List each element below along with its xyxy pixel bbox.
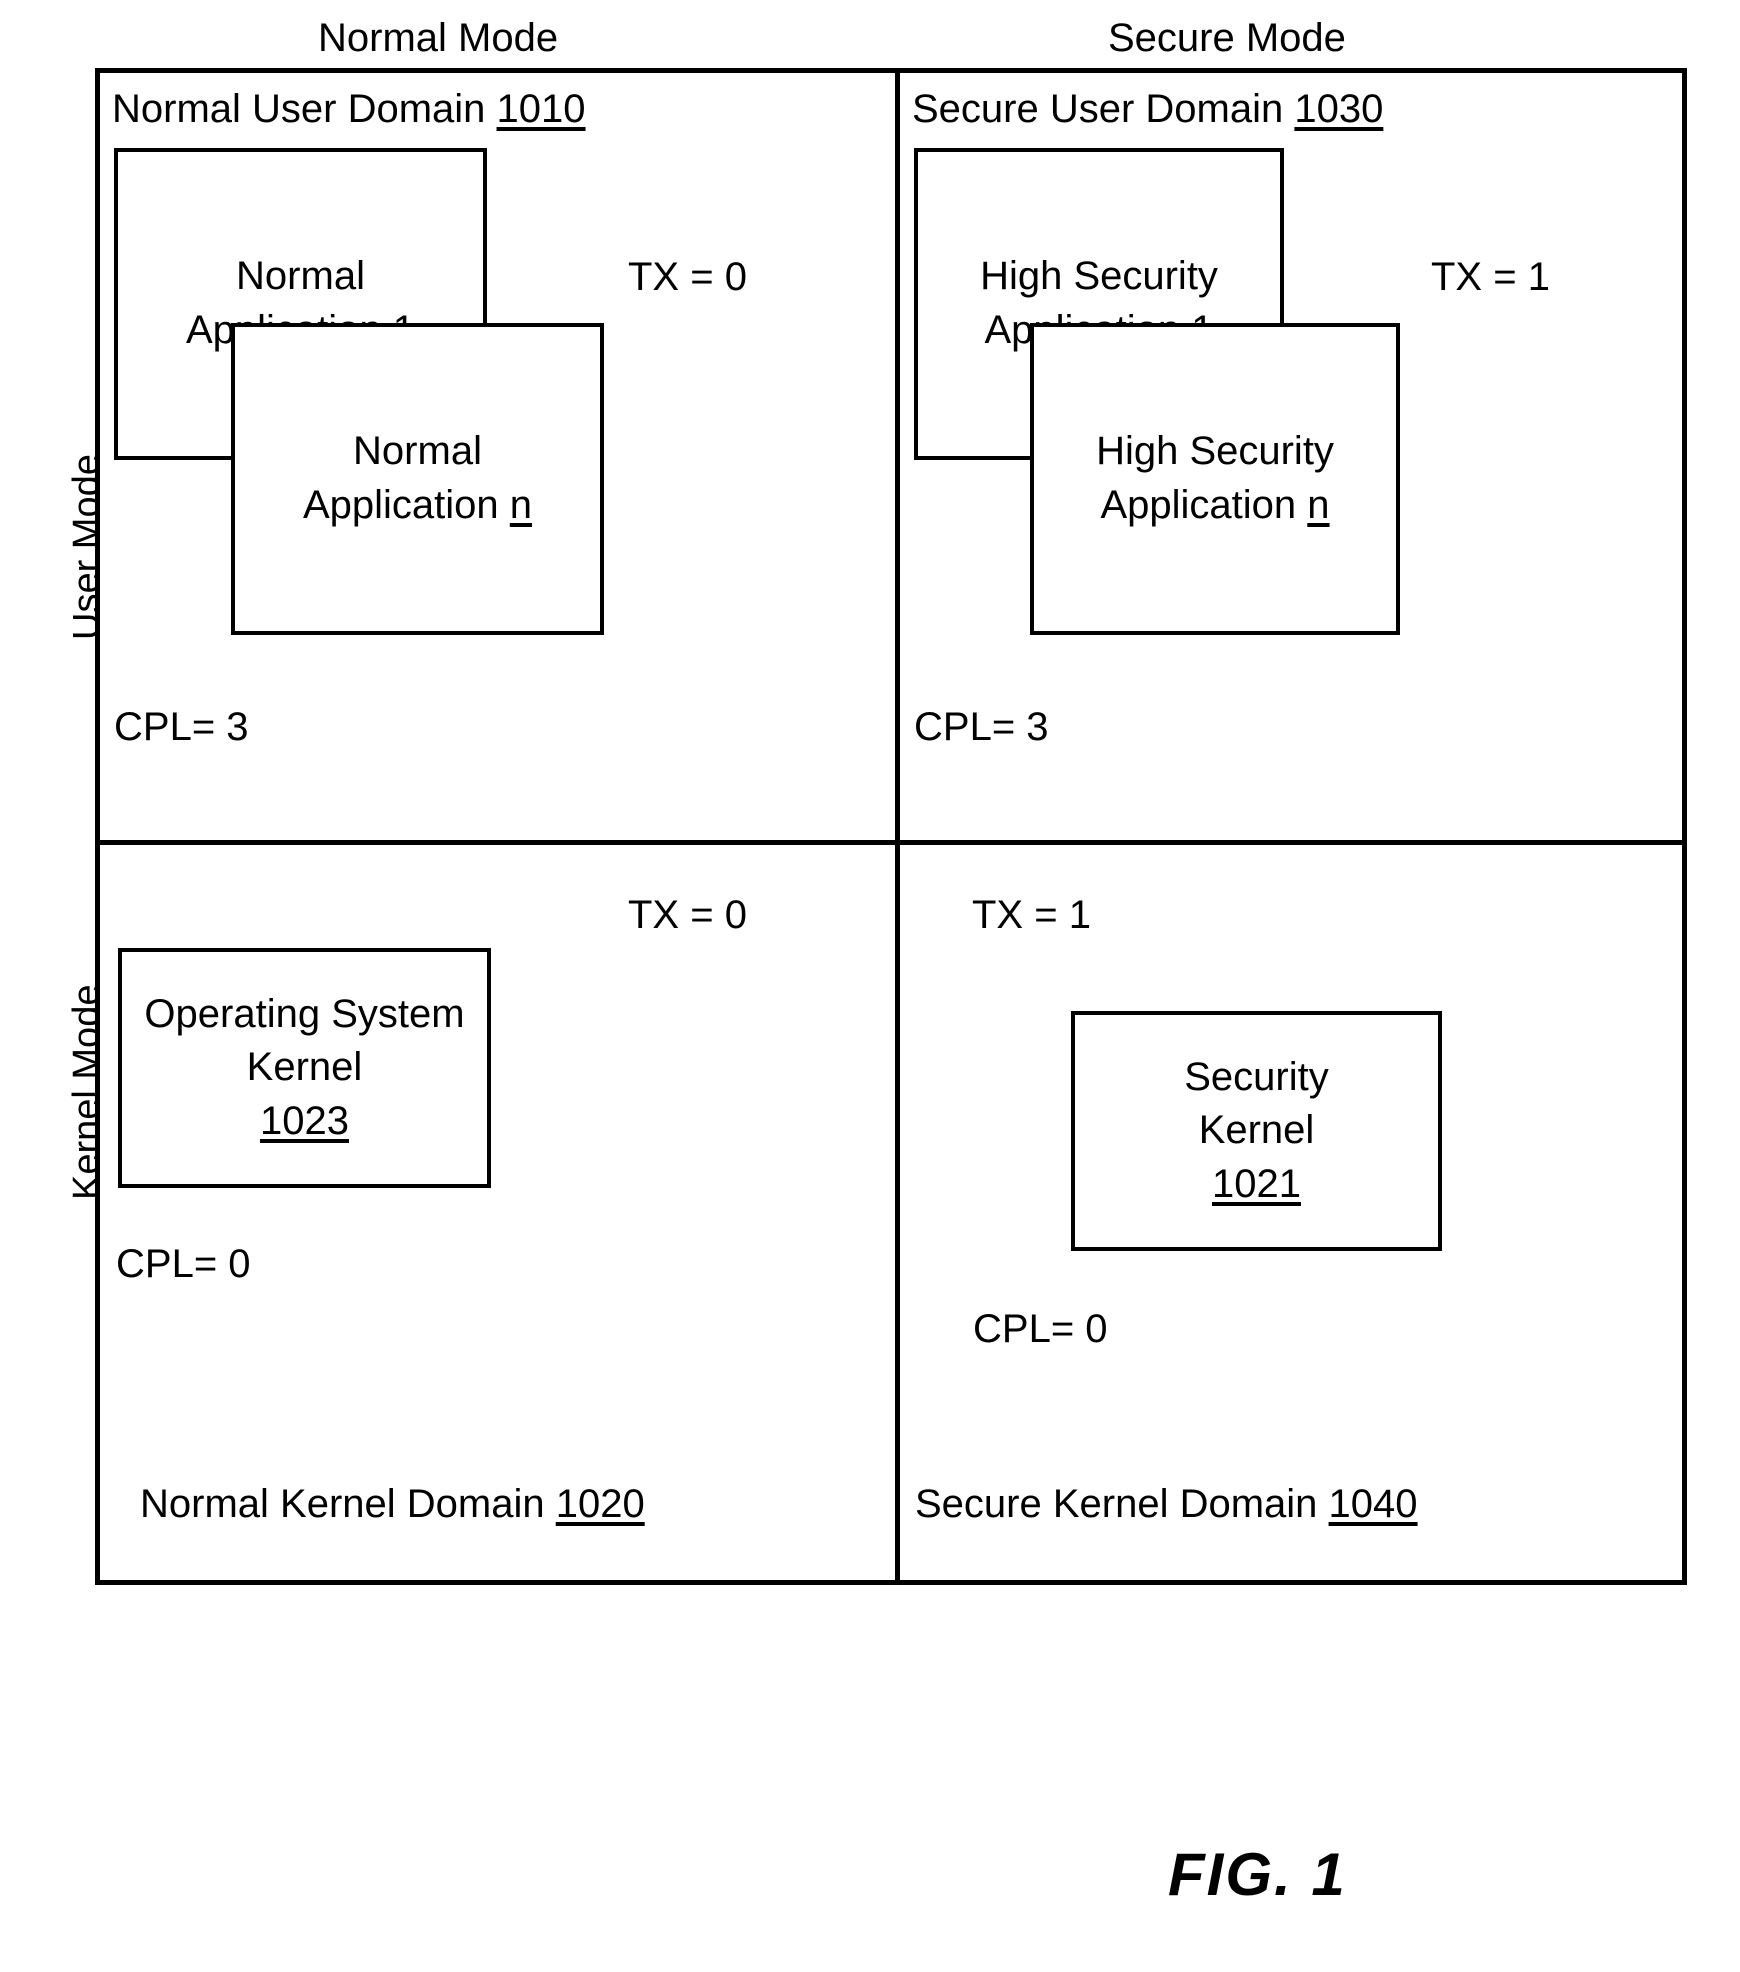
security-kernel-line1: Security: [1184, 1054, 1329, 1099]
security-kernel-label: Security Kernel 1021: [1176, 1051, 1337, 1212]
security-kernel-box: Security Kernel 1021: [1071, 1011, 1442, 1251]
secure-kernel-domain-title-text: Secure Kernel Domain: [915, 1482, 1318, 1526]
operating-system-kernel-box: Operating System Kernel 1023: [118, 948, 491, 1188]
normal-kernel-cpl-flag: CPL= 0: [116, 1242, 251, 1286]
quadrant-normal-user-domain: Normal User Domain 1010 TX = 0 CPL= 3 No…: [100, 73, 895, 840]
secure-user-domain-title: Secure User Domain 1030: [912, 87, 1383, 132]
normal-application-n-line1: Normal: [353, 429, 482, 474]
secure-kernel-tx-flag: TX = 1: [972, 893, 1091, 937]
normal-kernel-domain-reference-numeral: 1020: [555, 1482, 645, 1526]
high-security-application-1-line1: High Security: [980, 254, 1218, 299]
normal-user-cpl-flag: CPL= 3: [114, 705, 249, 749]
figure-caption: FIG. 1: [1168, 1841, 1347, 1908]
secure-user-cpl-flag: CPL= 3: [914, 705, 1049, 749]
normal-user-domain-title: Normal User Domain 1010: [112, 87, 586, 132]
column-header-secure-mode: Secure Mode: [1108, 16, 1346, 60]
secure-kernel-domain-title: Secure Kernel Domain 1040: [915, 1482, 1418, 1527]
quadrant-normal-kernel-domain: TX = 0 Operating System Kernel 1023 CPL=…: [100, 845, 895, 1585]
figure-page: Normal Mode Secure Mode User Mode Kernel…: [0, 0, 1740, 1972]
normal-application-n-line2: Application: [302, 483, 499, 527]
high-security-application-n-index: n: [1307, 483, 1330, 527]
normal-user-domain-title-text: Normal User Domain: [112, 87, 486, 131]
domain-matrix-frame: Normal User Domain 1010 TX = 0 CPL= 3 No…: [95, 68, 1687, 1585]
operating-system-kernel-reference-numeral: 1023: [260, 1098, 349, 1143]
normal-kernel-domain-title: Normal Kernel Domain 1020: [140, 1482, 645, 1527]
security-kernel-reference-numeral: 1021: [1212, 1161, 1301, 1206]
normal-kernel-domain-title-text: Normal Kernel Domain: [140, 1482, 545, 1526]
normal-kernel-tx-flag: TX = 0: [628, 893, 747, 937]
secure-kernel-cpl-flag: CPL= 0: [973, 1307, 1108, 1351]
normal-application-n-box: Normal Application n: [231, 323, 604, 635]
high-security-application-n-line1: High Security: [1096, 429, 1334, 474]
normal-user-domain-reference-numeral: 1010: [496, 87, 586, 131]
security-kernel-line2: Kernel: [1198, 1108, 1315, 1153]
secure-kernel-domain-reference-numeral: 1040: [1328, 1482, 1418, 1526]
secure-user-domain-reference-numeral: 1030: [1294, 87, 1384, 131]
normal-application-1-line1: Normal: [236, 254, 365, 299]
quadrant-secure-kernel-domain: TX = 1 Security Kernel 1021 CPL= 0 Secur…: [900, 845, 1687, 1585]
secure-user-tx-flag: TX = 1: [1431, 255, 1550, 299]
high-security-application-n-line2: Application: [1100, 483, 1297, 527]
column-header-normal-mode: Normal Mode: [318, 16, 559, 60]
operating-system-kernel-label: Operating System Kernel 1023: [136, 988, 472, 1149]
normal-application-n-label: Normal Application n: [295, 425, 540, 532]
normal-application-n-index: n: [509, 483, 533, 527]
operating-system-kernel-line1: Operating System: [144, 991, 465, 1036]
operating-system-kernel-line2: Kernel: [246, 1045, 363, 1090]
secure-user-domain-title-text: Secure User Domain: [912, 87, 1284, 131]
normal-user-tx-flag: TX = 0: [628, 255, 747, 299]
high-security-application-n-label: High Security Application n: [1088, 425, 1342, 532]
quadrant-secure-user-domain: Secure User Domain 1030 TX = 1 CPL= 3 Hi…: [900, 73, 1687, 840]
high-security-application-n-box: High Security Application n: [1030, 323, 1400, 635]
